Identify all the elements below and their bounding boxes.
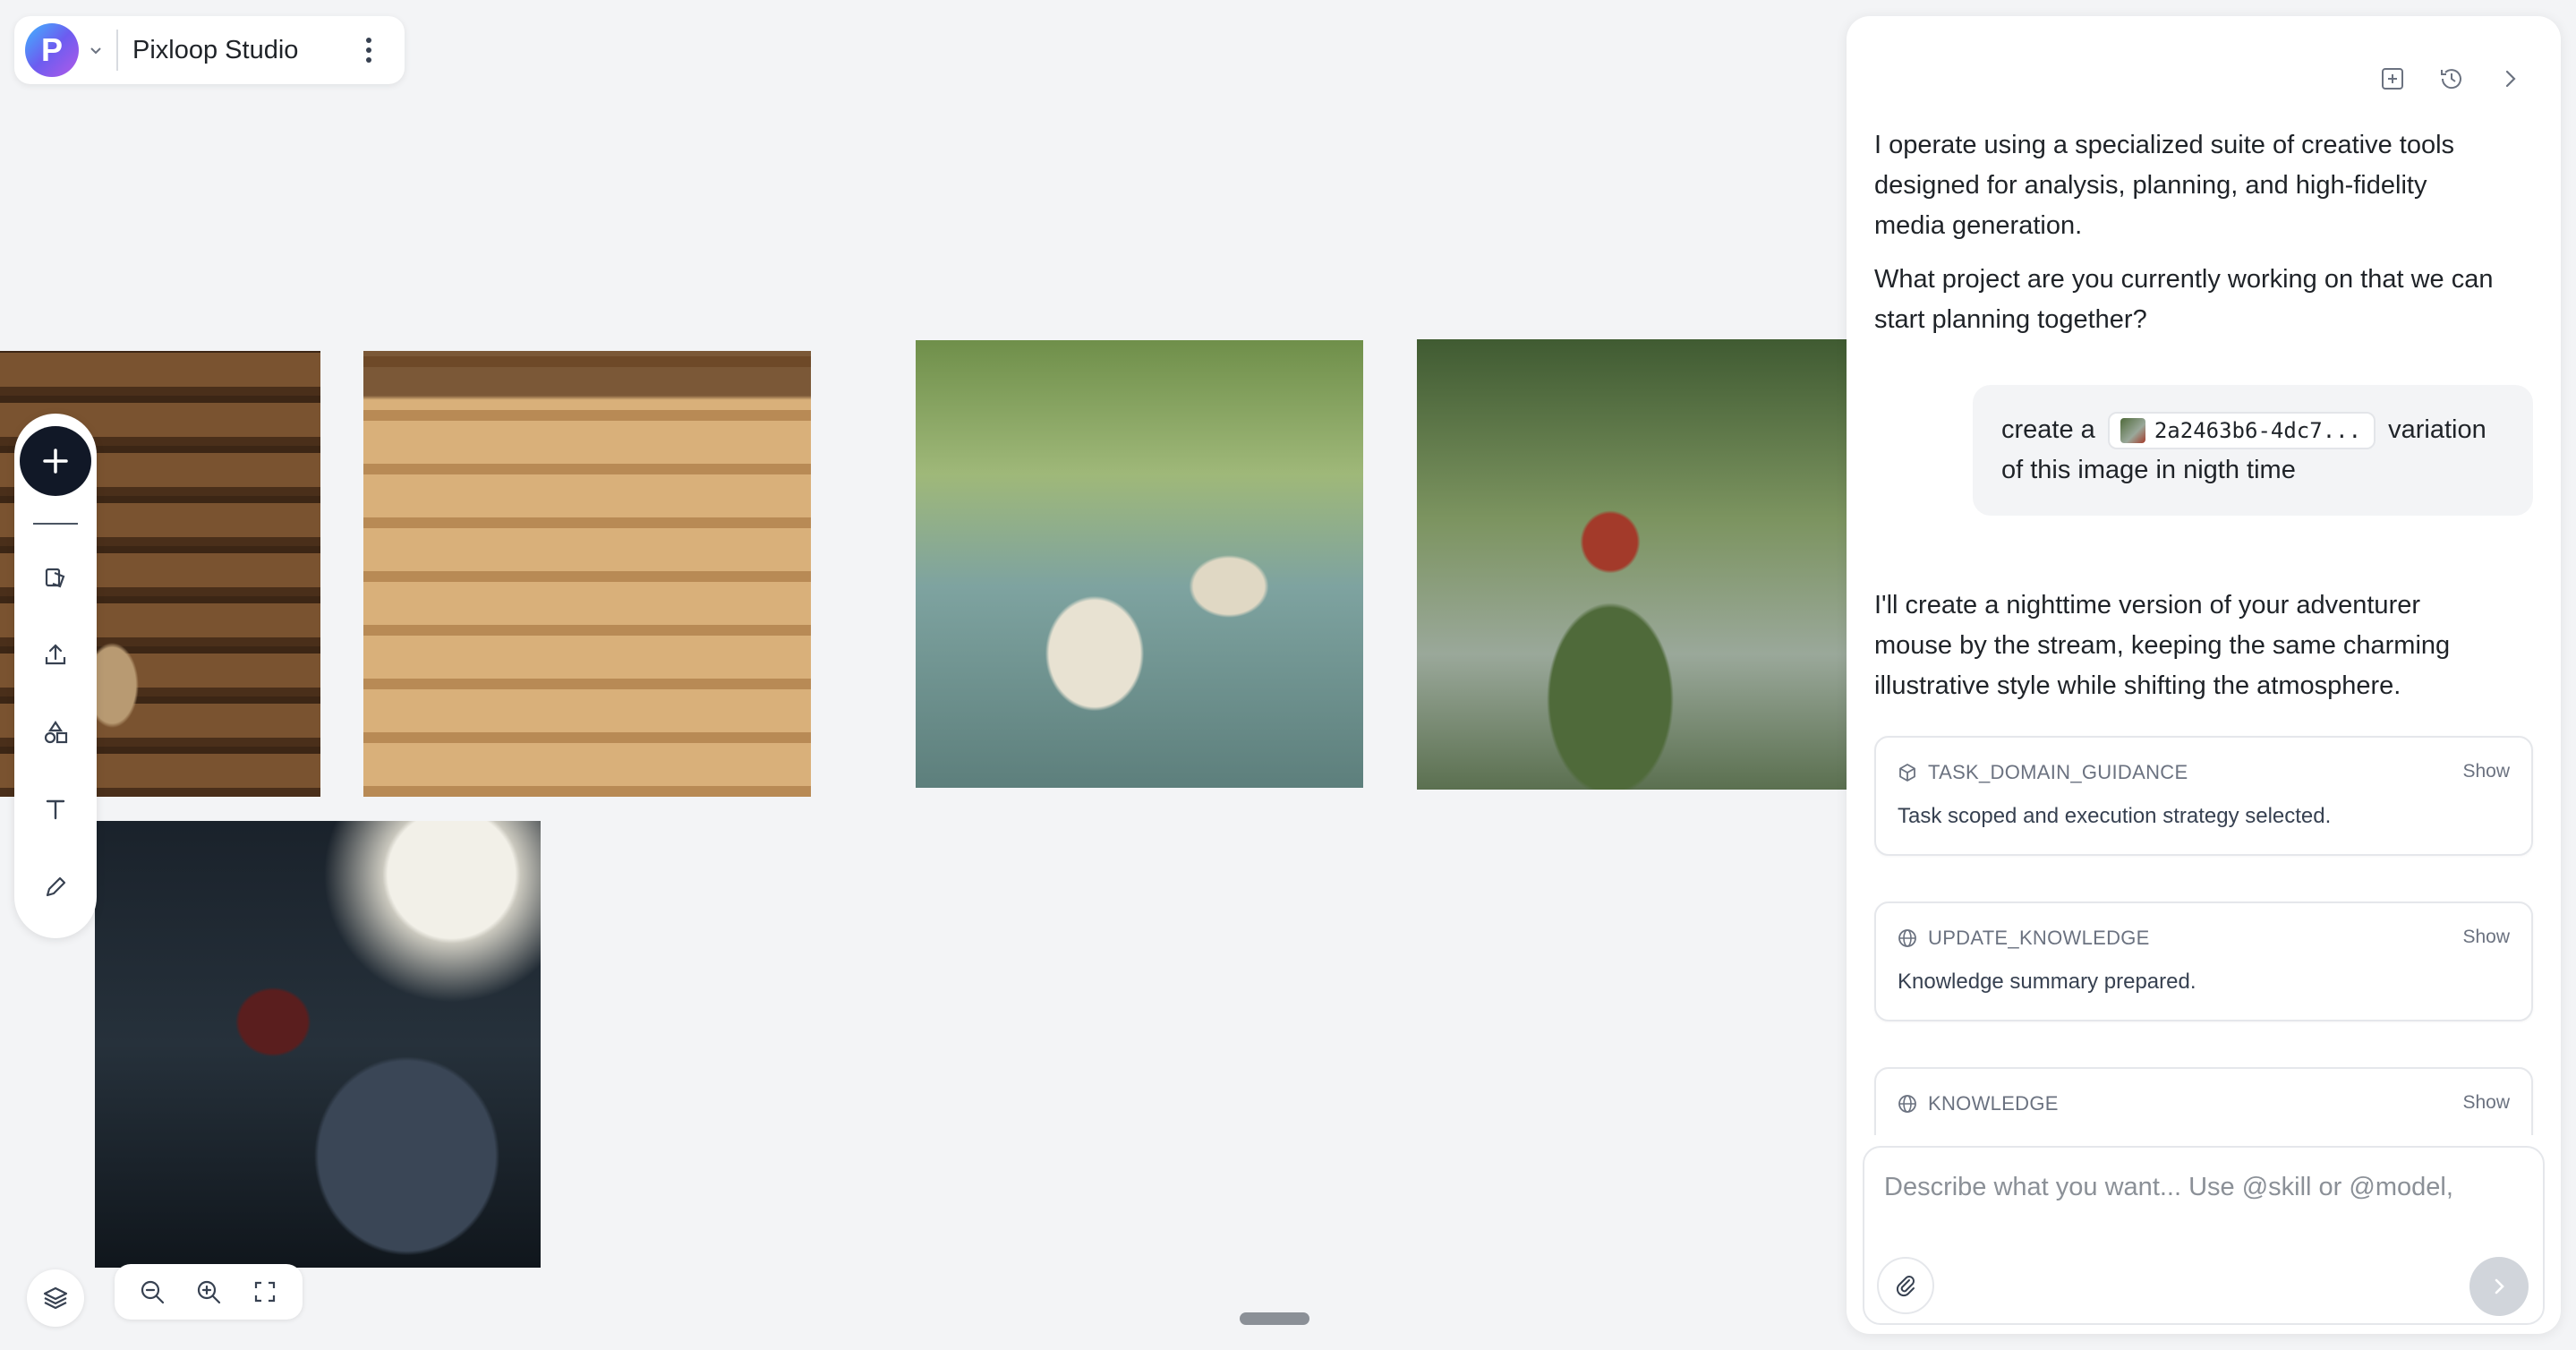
collapse-panel-icon[interactable] (2493, 61, 2529, 97)
left-toolbar (14, 414, 97, 938)
attach-button[interactable] (1877, 1257, 1934, 1314)
pen-icon[interactable] (29, 861, 82, 913)
assistant-message-reply: I'll create a nighttime version of your … (1874, 591, 2451, 700)
task-show-button[interactable]: Show (2462, 1092, 2510, 1114)
globe-icon (1898, 929, 1916, 947)
toolbar-divider (33, 522, 78, 525)
task-card: TASK_DOMAIN_GUIDANCE Show Task scoped an… (1874, 736, 2533, 856)
bottom-drag-handle[interactable] (1240, 1312, 1309, 1325)
text-icon[interactable] (29, 783, 82, 835)
panel-actions (2375, 61, 2529, 97)
app-header: P Pixloop Studio (14, 16, 405, 84)
chat-panel: I operate using a specialized suite of c… (1847, 16, 2561, 1334)
globe-icon (1898, 1095, 1916, 1113)
user-message: create a 2a2463b6-4dc7... variation of t… (1973, 385, 2533, 516)
assistant-message-intro: I operate using a specialized suite of c… (1874, 131, 2455, 240)
zoom-out-icon[interactable] (130, 1269, 175, 1314)
zoom-controls (115, 1264, 303, 1320)
canvas-image-adventurer-mouse[interactable] (1417, 339, 1847, 790)
history-icon[interactable] (2434, 61, 2469, 97)
fullscreen-icon[interactable] (243, 1269, 287, 1314)
add-button[interactable] (20, 426, 91, 496)
chevron-down-icon[interactable] (88, 42, 104, 58)
layers-button[interactable] (27, 1269, 84, 1327)
task-show-button[interactable]: Show (2462, 927, 2510, 948)
canvas-image-night-mouse[interactable] (95, 821, 541, 1268)
send-button[interactable] (2469, 1257, 2529, 1316)
canvas-image-boating-mice[interactable] (916, 340, 1363, 788)
canvas-image-pantry-kingdom[interactable] (363, 351, 811, 797)
cube-icon (1899, 764, 1915, 782)
task-show-button[interactable]: Show (2462, 761, 2510, 782)
more-menu-icon[interactable] (358, 32, 380, 68)
paperclip-icon (1896, 1276, 1915, 1297)
app-title: Pixloop Studio (132, 35, 299, 64)
chip-thumbnail (2120, 418, 2145, 444)
layers-icon (43, 1286, 68, 1310)
chat-composer (1863, 1146, 2545, 1325)
task-detail: Knowledge summary prepared. (1898, 970, 2196, 994)
user-message-prefix: create a (2001, 415, 2095, 444)
task-title: UPDATE_KNOWLEDGE (1928, 927, 2150, 949)
task-title: KNOWLEDGE (1928, 1092, 2059, 1115)
new-chat-icon[interactable] (2375, 61, 2410, 97)
shapes-icon[interactable] (29, 706, 82, 758)
assets-icon[interactable] (29, 551, 82, 603)
task-title: TASK_DOMAIN_GUIDANCE (1928, 761, 2188, 783)
upload-icon[interactable] (29, 628, 82, 680)
chevron-right-icon (2495, 1278, 2504, 1294)
app-logo[interactable]: P (25, 23, 79, 77)
logo-letter: P (40, 31, 63, 68)
assistant-message-question: What project are you currently working o… (1874, 265, 2494, 334)
task-card: UPDATE_KNOWLEDGE Show Knowledge summary … (1874, 901, 2533, 1021)
divider (116, 30, 118, 71)
task-detail: Task scoped and execution strategy selec… (1898, 804, 2332, 828)
plus-icon (43, 449, 68, 474)
prompt-input[interactable] (1884, 1173, 2511, 1202)
image-reference-chip[interactable]: 2a2463b6-4dc7... (2107, 412, 2376, 450)
chip-label: 2a2463b6-4dc7... (2154, 417, 2362, 443)
zoom-in-icon[interactable] (186, 1269, 231, 1314)
